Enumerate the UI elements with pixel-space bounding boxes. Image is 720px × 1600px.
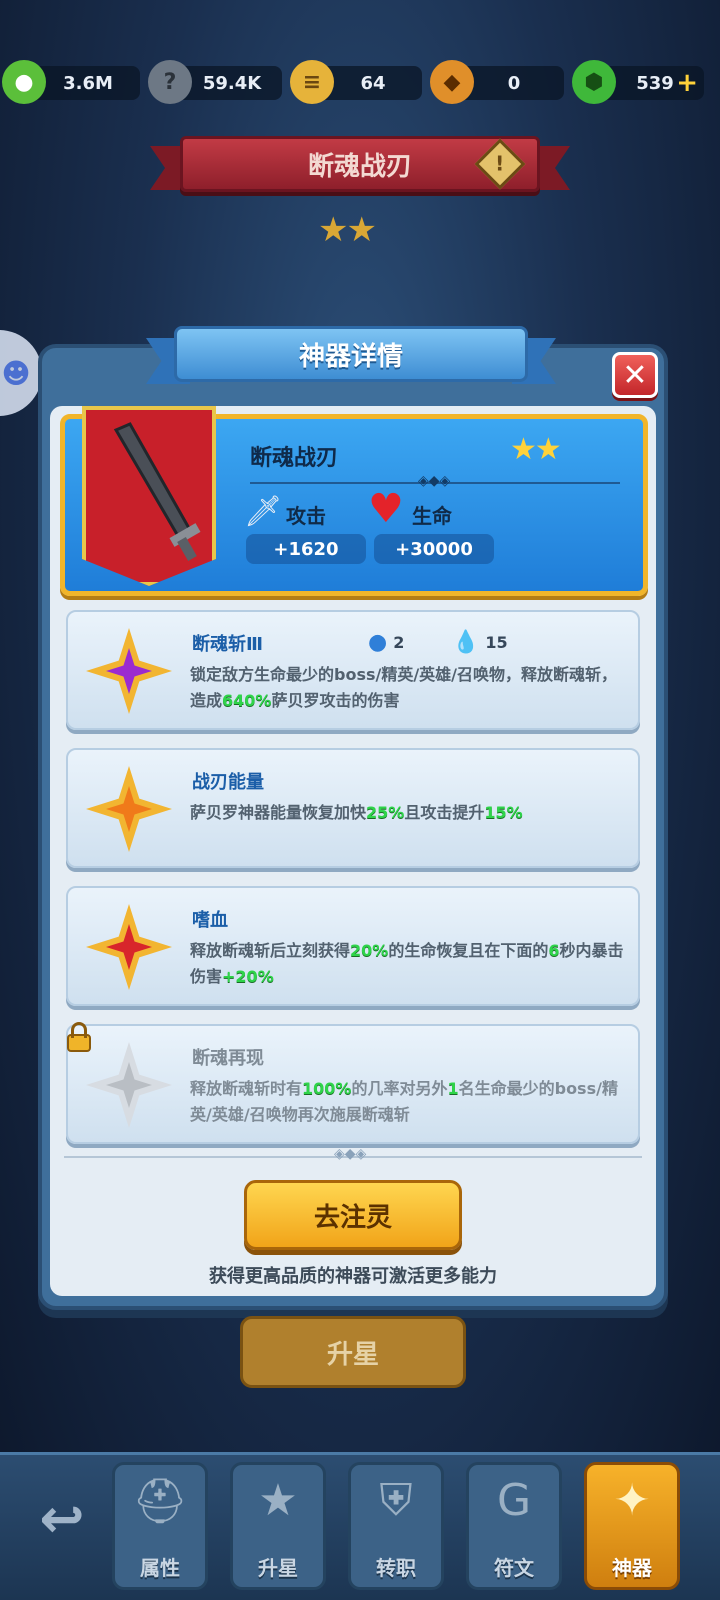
resource-gold-blob: ● 3.6M: [2, 60, 140, 104]
divider-ornament-icon: ◈◆◈: [418, 473, 451, 489]
hint-text: 获得更高品质的神器可激活更多能力: [209, 1266, 497, 1287]
modal-title: 神器详情: [174, 326, 528, 382]
stone-icon: ?: [148, 60, 192, 104]
skill-name: 战刃能量: [192, 772, 264, 793]
close-icon: ✕: [622, 357, 648, 393]
life-value: +30000: [374, 534, 494, 564]
add-gems-button[interactable]: +: [676, 68, 698, 98]
rune-icon: G: [496, 1475, 532, 1526]
skill-cost-water: 💧 15: [452, 630, 508, 655]
tab-star-up[interactable]: ★ 升星: [230, 1462, 326, 1590]
sword-attack-icon: 🗡: [244, 494, 283, 529]
scroll-icon: ≡: [290, 60, 334, 104]
close-button[interactable]: ✕: [612, 352, 658, 398]
skill-card-4-locked[interactable]: 断魂再现 释放断魂斩时有100%的几率对另外1名生命最少的boss/精英/英雄/…: [66, 1022, 640, 1144]
attack-label: 攻击: [286, 504, 326, 528]
skill-description: 释放断魂斩时有100%的几率对另外1名生命最少的boss/精英/英雄/召唤物再次…: [190, 1079, 618, 1124]
helmet-icon: ⛑: [132, 1476, 188, 1527]
tab-attributes[interactable]: ⛑ 属性: [112, 1462, 208, 1590]
skill-description: 释放断魂斩后立刻获得20%的生命恢复且在下面的6秒内暴击伤害+20%: [190, 941, 624, 986]
resource-gem[interactable]: ⬢ 539 +: [572, 60, 704, 104]
side-chat-button[interactable]: ☻: [0, 330, 42, 416]
modal-header: 神器详情: [146, 326, 556, 390]
star-icon: ★: [258, 1475, 298, 1526]
resource-stone: ? 59.4K: [148, 60, 282, 104]
green-gem-icon: ⬢: [572, 60, 616, 104]
water-drops-icon: 💧: [452, 630, 480, 655]
back-button[interactable]: ↩: [24, 1480, 100, 1556]
divider-ornament-icon: ◈◆◈: [334, 1146, 367, 1162]
heart-icon: ♥: [368, 486, 404, 532]
artifact-stars: ★★: [510, 432, 562, 467]
green-blob-icon: ●: [2, 60, 46, 104]
sword-icon: [113, 422, 201, 562]
tab-runes[interactable]: G 符文: [466, 1462, 562, 1590]
resource-scroll: ≡ 64: [290, 60, 422, 104]
page-title-banner: 断魂战刃 !: [150, 136, 570, 198]
skill-description: 萨贝罗神器能量恢复加快25%且攻击提升15%: [190, 803, 523, 822]
star-up-button[interactable]: 升星: [240, 1316, 466, 1388]
skill-card-1[interactable]: 断魂斩Ⅲ ● 2 💧 15 锁定敌方生命最少的boss/精英/英雄/召唤物，释放…: [66, 610, 640, 730]
tab-artifact[interactable]: ✦ 神器: [584, 1462, 680, 1590]
life-label: 生命: [412, 504, 452, 528]
skill-card-3[interactable]: 嗜血 释放断魂斩后立刻获得20%的生命恢复且在下面的6秒内暴击伤害+20%: [66, 886, 640, 1006]
skill-name: 断魂斩Ⅲ: [192, 634, 264, 655]
tab-class-change[interactable]: ⛨ 转职: [348, 1462, 444, 1590]
artifact-banner-image: [82, 406, 216, 586]
artifact-emblem-icon: ✦: [613, 1475, 651, 1526]
bomb-potion-icon: ●: [368, 630, 388, 655]
skill-cost-potion: ● 2: [368, 630, 405, 655]
egg-icon: ◆: [430, 60, 474, 104]
attack-value: +1620: [246, 534, 366, 564]
lock-icon: [66, 1022, 92, 1052]
skill-name: 嗜血: [192, 910, 228, 931]
skill-card-2[interactable]: 战刃能量 萨贝罗神器能量恢复加快25%且攻击提升15%: [66, 748, 640, 868]
go-infuse-button[interactable]: 去注灵: [244, 1180, 462, 1250]
chat-icon: ☻: [1, 356, 31, 390]
shield-icon: ⛨: [379, 1475, 413, 1526]
resource-egg: ◆ 0: [430, 60, 564, 104]
skill-name: 断魂再现: [192, 1048, 264, 1069]
page-stars: ★★: [318, 210, 377, 250]
back-arrow-icon: ↩: [39, 1486, 85, 1550]
artifact-name: 断魂战刃: [250, 446, 339, 471]
skill-description: 锁定敌方生命最少的boss/精英/英雄/召唤物，释放断魂斩，造成640%萨贝罗攻…: [190, 665, 618, 710]
